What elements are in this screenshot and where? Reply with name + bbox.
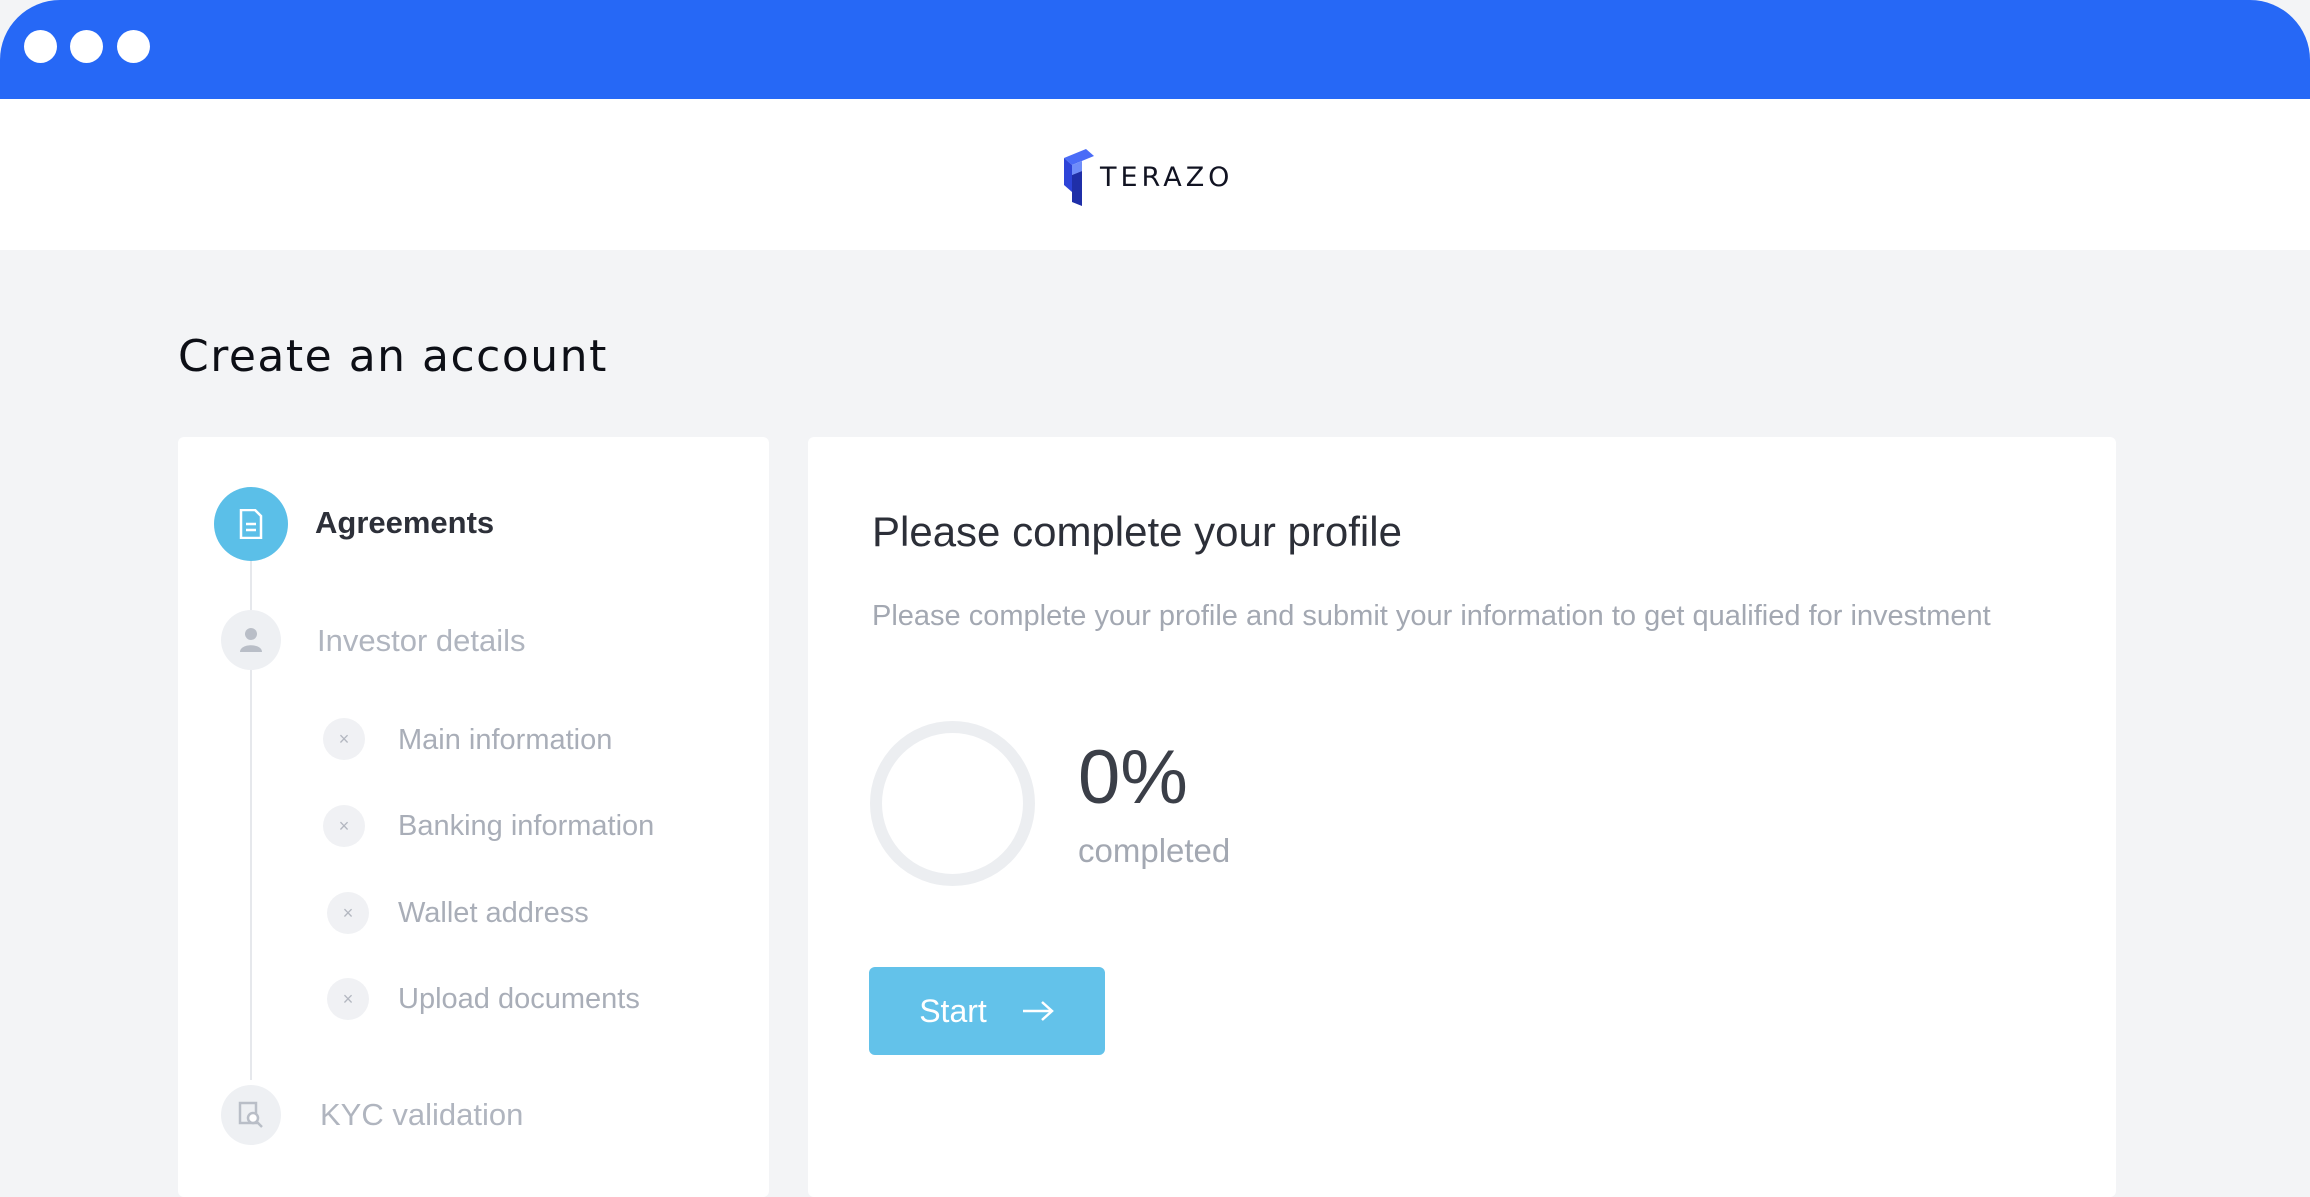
profile-description: Please complete your profile and submit …	[872, 600, 1991, 632]
start-button-label: Start	[919, 992, 987, 1029]
close-icon: ×	[323, 805, 365, 847]
substep-upload-documents[interactable]: Upload documents	[398, 983, 640, 1016]
start-button[interactable]: Start	[869, 967, 1105, 1055]
terazo-logo[interactable]: TERAZO	[1060, 146, 1233, 208]
arrow-right-icon	[1022, 1001, 1054, 1021]
logo-wordmark: TERAZO	[1100, 161, 1234, 193]
page-title: Create an account	[178, 331, 608, 382]
progress-label: completed	[1078, 832, 1231, 869]
progress-ring	[870, 721, 1035, 886]
step-agreements-label[interactable]: Agreements	[315, 505, 494, 541]
substep-main-information[interactable]: Main information	[398, 724, 612, 757]
step-investor-details-indicator	[221, 610, 281, 670]
step-kyc-validation-indicator	[221, 1085, 281, 1145]
substep-wallet-address[interactable]: Wallet address	[398, 897, 589, 930]
profile-title: Please complete your profile	[872, 508, 1402, 555]
step-agreements-indicator	[214, 487, 288, 561]
document-icon	[239, 509, 263, 539]
window-minimize-button[interactable]	[70, 30, 103, 63]
close-icon: ×	[327, 978, 369, 1020]
user-icon	[240, 628, 262, 652]
window-titlebar	[0, 0, 2310, 99]
step-kyc-validation-label[interactable]: KYC validation	[320, 1097, 523, 1133]
window-maximize-button[interactable]	[117, 30, 150, 63]
close-icon: ×	[323, 718, 365, 760]
progress-percent: 0%	[1078, 735, 1188, 820]
substep-banking-information[interactable]: Banking information	[398, 810, 654, 843]
close-icon: ×	[327, 892, 369, 934]
id-search-icon	[238, 1101, 263, 1128]
step-investor-details-label[interactable]: Investor details	[317, 623, 526, 659]
window-close-button[interactable]	[24, 30, 57, 63]
terazo-logo-icon	[1064, 149, 1094, 206]
